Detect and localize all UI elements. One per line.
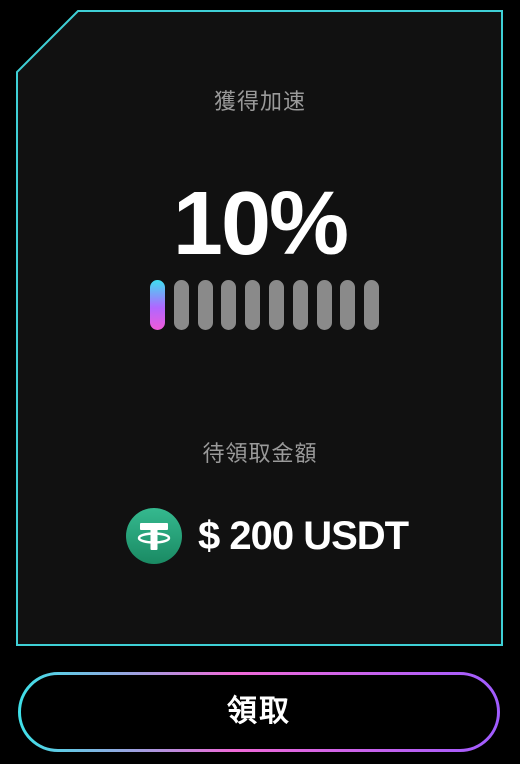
progress-segment [316, 280, 332, 330]
claim-button-label: 領取 [227, 694, 291, 729]
progress-segment [340, 280, 356, 330]
acceleration-card: 獲得加速 10% 待領取金額 $ 200 USDT [0, 0, 520, 660]
progress-segment [245, 280, 261, 330]
progress-segment [150, 280, 165, 330]
acceleration-label: 獲得加速 [213, 90, 306, 115]
progress-segment [197, 280, 213, 330]
pending-amount-value: $ 200 USDT [198, 513, 409, 558]
progress-segment [269, 280, 284, 330]
progress-segment [173, 280, 189, 330]
pending-amount-label: 待領取金額 [202, 442, 318, 467]
pending-amount-row: $ 200 USDT [126, 507, 409, 565]
acceleration-progress-bar [150, 280, 380, 330]
progress-segment [292, 280, 308, 330]
acceleration-percent: 10% [172, 174, 349, 274]
progress-segment [221, 280, 237, 330]
progress-segment [364, 280, 380, 330]
claim-button[interactable]: 領取 [18, 672, 500, 752]
usdt-tether-icon [126, 508, 182, 564]
